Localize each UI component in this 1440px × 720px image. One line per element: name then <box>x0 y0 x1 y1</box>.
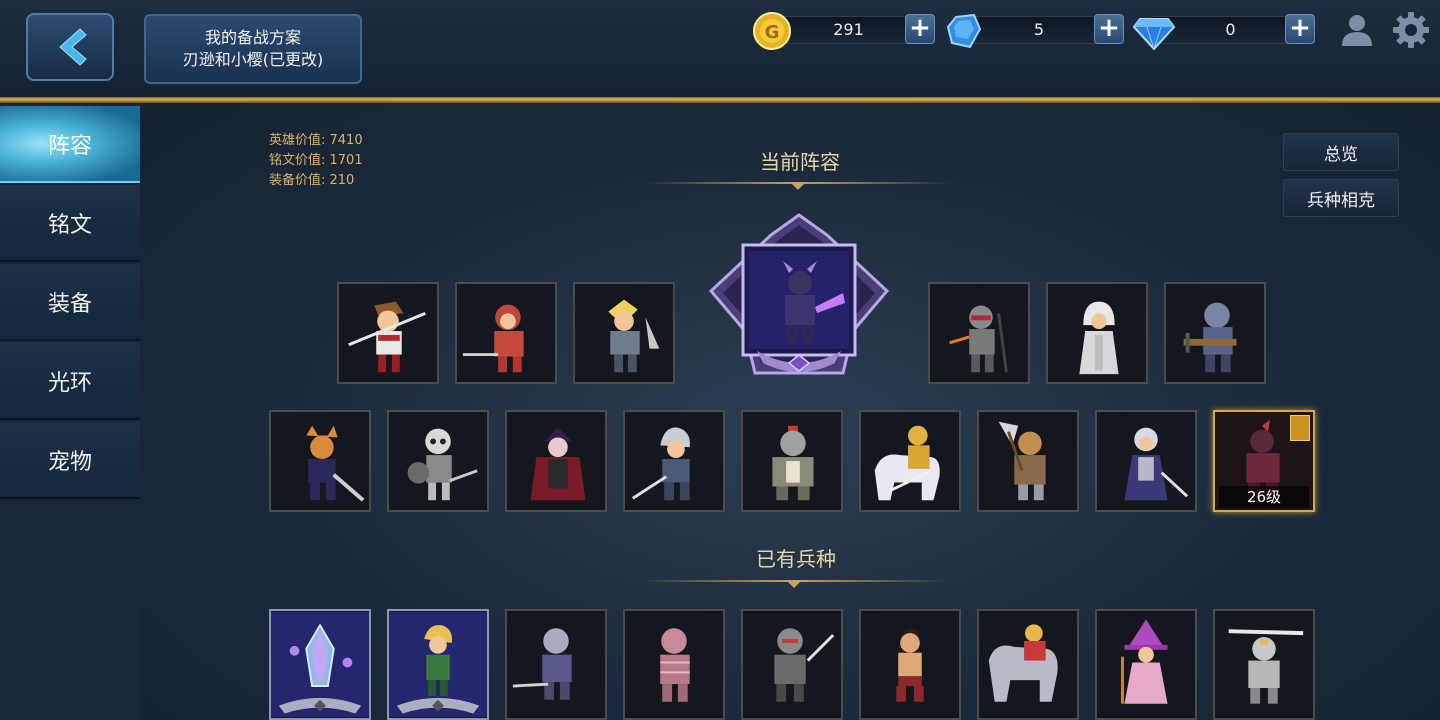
owned-unit-witch[interactable] <box>1095 609 1197 720</box>
crystal-amount: 5 <box>1033 20 1045 39</box>
title-ornament <box>641 576 947 588</box>
overview-button[interactable]: 总览 <box>1283 133 1399 171</box>
lineup-unit-silver-swordsman[interactable] <box>623 410 725 512</box>
lineup-unit-holy-knight[interactable] <box>1095 410 1197 512</box>
unit-portrait <box>861 412 959 510</box>
value-stats: 英雄价值: 7410 铭文价值: 1701 装备价值: 210 <box>269 131 363 191</box>
overview-label: 总览 <box>1324 144 1358 165</box>
lineup-unit-dark-knight-selected[interactable]: 26级 <box>1213 410 1315 512</box>
unit-portrait <box>1048 284 1146 382</box>
sidebar-item-label: 光环 <box>47 370 92 396</box>
unit-portrait <box>1215 611 1313 718</box>
hero-frame-emblem <box>708 213 890 375</box>
unit-portrait <box>861 611 959 718</box>
add-crystal-button[interactable]: + <box>1094 14 1124 44</box>
unit-portrait <box>1166 284 1264 382</box>
unit-portrait <box>979 412 1077 510</box>
equipment-value: 装备价值: 210 <box>269 173 355 188</box>
current-lineup-title: 当前阵容 <box>760 150 840 174</box>
gold-amount: 291 <box>833 20 864 39</box>
unit-portrait <box>1097 611 1195 718</box>
lineup-unit-axe-warrior[interactable] <box>977 410 1079 512</box>
lineup-unit-swordsman[interactable] <box>337 282 439 384</box>
lineup-unit-ninja[interactable] <box>928 282 1030 384</box>
blue-crystal-icon <box>946 13 982 49</box>
unit-portrait <box>339 284 437 382</box>
unit-portrait <box>979 611 1077 718</box>
chevron-left-icon <box>59 28 87 66</box>
add-gold-button[interactable]: + <box>905 14 935 44</box>
unit-portrait <box>271 412 369 510</box>
crystal-resource: 5 + <box>944 13 1124 49</box>
sidebar-item-aura[interactable]: 光环 <box>0 343 140 420</box>
unit-portrait <box>625 611 723 718</box>
owned-unit-monk[interactable] <box>859 609 961 720</box>
counter-label: 兵种相克 <box>1307 190 1375 211</box>
unit-portrait <box>625 412 723 510</box>
add-diamond-button[interactable]: + <box>1285 14 1315 44</box>
sidebar-item-pet[interactable]: 宠物 <box>0 422 140 499</box>
sidebar-item-label: 宠物 <box>47 449 92 475</box>
unit-portrait <box>930 284 1028 382</box>
lineup-unit-golden-paladin[interactable] <box>859 410 961 512</box>
unit-portrait <box>743 611 841 718</box>
owned-unit-crystal-guardian[interactable] <box>269 609 371 720</box>
owned-unit-elf-archer[interactable] <box>387 609 489 720</box>
unit-portrait <box>389 412 487 510</box>
gold-coin-icon: G <box>753 12 791 50</box>
battle-plan-button[interactable]: 我的备战方案 刃逊和小樱(已更改) <box>144 14 362 84</box>
lineup-unit-red-knight[interactable] <box>455 282 557 384</box>
unit-level: 26级 <box>1219 486 1309 508</box>
diamond-resource: 0 + <box>1132 14 1315 51</box>
lineup-unit-blonde-knight[interactable] <box>573 282 675 384</box>
title-ornament <box>645 178 951 190</box>
unit-portrait <box>743 412 841 510</box>
gear-icon[interactable] <box>1391 10 1431 50</box>
lineup-unit-vampire[interactable] <box>505 410 607 512</box>
gold-resource: G 291 + <box>752 12 935 50</box>
owned-units-title: 已有兵种 <box>756 547 836 571</box>
plan-name: 刃逊和小樱(已更改) <box>182 50 324 69</box>
unit-portrait <box>389 611 487 718</box>
owned-unit-great-sword-knight[interactable] <box>1213 609 1315 720</box>
lineup-unit-cat-warrior[interactable] <box>269 410 371 512</box>
svg-text:G: G <box>765 22 780 43</box>
unit-portrait <box>1097 412 1195 510</box>
unit-portrait <box>575 284 673 382</box>
inscription-value: 铭文价值: 1701 <box>269 153 363 168</box>
counter-button[interactable]: 兵种相克 <box>1283 179 1399 217</box>
unit-portrait <box>507 611 605 718</box>
diamond-amount: 0 <box>1225 20 1236 39</box>
owned-unit-cavalry[interactable] <box>977 609 1079 720</box>
owned-unit-armored-knight[interactable] <box>741 609 843 720</box>
sidebar-item-lineup[interactable]: 阵容 <box>0 106 140 183</box>
lineup-unit-crossbowman[interactable] <box>1164 282 1266 384</box>
owned-unit-knight[interactable] <box>505 609 607 720</box>
unit-portrait <box>507 412 605 510</box>
lineup-unit-heavy-knight[interactable] <box>741 410 843 512</box>
sidebar-item-equipment[interactable]: 装备 <box>0 264 140 341</box>
lineup-unit-priest[interactable] <box>1046 282 1148 384</box>
hero-slot[interactable] <box>703 213 895 379</box>
hero-value: 英雄价值: 7410 <box>269 133 363 148</box>
rank-flag-icon <box>1290 415 1310 441</box>
gold-divider <box>0 97 1440 103</box>
unit-portrait <box>457 284 555 382</box>
lineup-unit-skeleton[interactable] <box>387 410 489 512</box>
sidebar-item-label: 装备 <box>47 291 92 317</box>
person-icon[interactable] <box>1339 12 1375 48</box>
sidebar-item-label: 阵容 <box>47 133 92 159</box>
diamond-icon <box>1132 18 1176 51</box>
back-button[interactable] <box>26 13 114 81</box>
sidebar-item-inscription[interactable]: 铭文 <box>0 185 140 262</box>
owned-unit-mummy[interactable] <box>623 609 725 720</box>
unit-portrait <box>271 611 369 718</box>
sidebar-item-label: 铭文 <box>47 212 92 238</box>
sidebar: 阵容 铭文 装备 光环 宠物 <box>0 104 140 720</box>
plan-title: 我的备战方案 <box>204 28 301 47</box>
